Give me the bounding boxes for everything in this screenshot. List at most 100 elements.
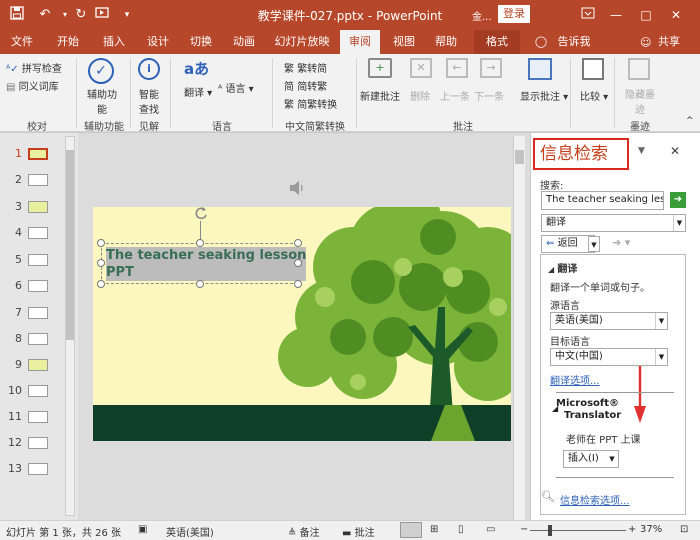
- slide-scroll-thumb[interactable]: [515, 150, 524, 164]
- slide-thumbnail[interactable]: [28, 280, 48, 292]
- show-comments-button[interactable]: 显示批注 ▾: [520, 88, 568, 103]
- tab-review[interactable]: 审阅: [340, 30, 380, 54]
- slide-thumbnail[interactable]: [28, 385, 48, 397]
- research-options-link[interactable]: 信息检索选项...: [560, 492, 630, 507]
- back-button[interactable]: ⇐ 返回: [541, 235, 595, 253]
- ribbon-display-icon[interactable]: [576, 5, 600, 25]
- target-language-select[interactable]: 中文(中国): [550, 348, 668, 366]
- accessibility-button[interactable]: 辅助功能: [84, 86, 120, 116]
- translation-options-link[interactable]: 翻译选项...: [550, 372, 600, 387]
- resize-handle[interactable]: [196, 280, 204, 288]
- tab-animations[interactable]: 动画: [226, 30, 262, 54]
- resize-handle[interactable]: [294, 239, 302, 247]
- share-button[interactable]: 共享: [654, 30, 684, 54]
- tell-me-input[interactable]: 告诉我: [554, 30, 594, 54]
- service-select[interactable]: 翻译: [541, 214, 686, 232]
- traditional-to-simplified-button[interactable]: 繁 繁转简: [284, 60, 327, 75]
- tab-format[interactable]: 格式: [474, 30, 520, 54]
- translation-section-header[interactable]: ◢ 翻译: [548, 260, 577, 275]
- chevron-down-icon[interactable]: ▼: [655, 349, 667, 365]
- collapse-ribbon-icon[interactable]: ^: [686, 116, 694, 126]
- zoom-out-icon[interactable]: −: [520, 524, 528, 535]
- maximize-button[interactable]: □: [634, 5, 658, 25]
- fit-slide-icon[interactable]: ⊡: [680, 524, 688, 535]
- back-dropdown-icon[interactable]: ▼: [588, 236, 600, 252]
- tab-view[interactable]: 视图: [386, 30, 422, 54]
- language-status[interactable]: 英语(美国): [166, 524, 214, 539]
- resize-handle[interactable]: [97, 280, 105, 288]
- slide-sorter-icon[interactable]: ⊞: [430, 524, 438, 535]
- speaker-icon[interactable]: [288, 180, 306, 196]
- resize-handle[interactable]: [97, 259, 105, 267]
- slide-thumbnail[interactable]: [28, 359, 48, 371]
- translate-button[interactable]: 翻译 ▾: [184, 84, 212, 99]
- hide-ink-button[interactable]: 隐藏墨迹: [622, 86, 658, 116]
- new-comment-button[interactable]: 新建批注: [360, 88, 400, 103]
- chevron-down-icon[interactable]: ▼: [673, 215, 685, 231]
- slide-thumbnail[interactable]: [28, 254, 48, 266]
- comments-button[interactable]: ▬ 批注: [342, 524, 375, 539]
- tab-help[interactable]: 帮助: [428, 30, 464, 54]
- search-go-icon[interactable]: ➜: [670, 192, 686, 208]
- zoom-in-icon[interactable]: +: [628, 524, 636, 535]
- resize-handle[interactable]: [196, 239, 204, 247]
- tab-insert[interactable]: 插入: [96, 30, 132, 54]
- spelling-button[interactable]: ᴬ✓ 拼写检查: [6, 60, 62, 75]
- slide-scrollbar[interactable]: [513, 136, 525, 520]
- accessibility-icon[interactable]: ✓: [88, 58, 114, 84]
- smart-lookup-icon[interactable]: i: [138, 58, 160, 80]
- delete-comment-button[interactable]: 删除: [410, 88, 430, 103]
- compare-icon[interactable]: [582, 58, 604, 80]
- tab-slideshow[interactable]: 幻灯片放映: [270, 30, 334, 54]
- rotate-handle-icon[interactable]: [193, 205, 209, 221]
- slide-thumbnail[interactable]: [28, 148, 48, 160]
- chevron-down-icon[interactable]: ▼: [607, 451, 617, 467]
- resize-handle[interactable]: [294, 259, 302, 267]
- chinese-conversion-button[interactable]: 繁 简繁转换: [284, 96, 337, 111]
- spelling-status-icon[interactable]: ▣: [138, 524, 147, 535]
- pane-options-icon[interactable]: ▼: [638, 146, 645, 156]
- slide-thumbnail[interactable]: [28, 411, 48, 423]
- slideshow-view-icon[interactable]: ▭: [486, 524, 495, 535]
- search-input[interactable]: The teacher seaking les: [541, 191, 664, 210]
- share-icon[interactable]: ☺: [640, 36, 651, 49]
- close-pane-icon[interactable]: ✕: [670, 144, 680, 158]
- slide-thumbnail[interactable]: [28, 463, 48, 475]
- slide-title-text[interactable]: The teacher seaking lesson PPT: [106, 247, 307, 281]
- slide-thumbnail[interactable]: [28, 437, 48, 449]
- new-comment-icon[interactable]: +: [368, 58, 392, 78]
- resize-handle[interactable]: [294, 280, 302, 288]
- thesaurus-button[interactable]: ▤ 同义词库: [6, 78, 59, 93]
- language-button[interactable]: ᴬ 语言 ▾: [218, 80, 254, 95]
- compare-button[interactable]: 比较 ▾: [580, 88, 608, 103]
- tab-design[interactable]: 设计: [140, 30, 176, 54]
- tab-transitions[interactable]: 切换: [183, 30, 219, 54]
- reading-view-icon[interactable]: ▯: [458, 524, 464, 535]
- show-comments-icon[interactable]: [528, 58, 552, 80]
- notes-button[interactable]: ≜ 备注: [288, 524, 320, 539]
- login-button[interactable]: 登录: [498, 5, 530, 23]
- slide-thumbnail[interactable]: [28, 227, 48, 239]
- translate-icon[interactable]: aあ: [184, 58, 209, 79]
- collapse-triangle-icon[interactable]: ◢: [552, 404, 558, 413]
- slide-thumbnail[interactable]: [28, 307, 48, 319]
- zoom-slider[interactable]: [530, 530, 626, 531]
- next-comment-button[interactable]: 下一条: [474, 88, 504, 103]
- slide-thumbnail[interactable]: [28, 201, 48, 213]
- chevron-down-icon[interactable]: ▼: [655, 313, 667, 329]
- zoom-slider-thumb[interactable]: [548, 525, 552, 536]
- normal-view-icon[interactable]: [400, 522, 422, 538]
- slide-thumbnail[interactable]: [28, 174, 48, 186]
- slide-thumbnail[interactable]: [28, 333, 48, 345]
- close-window-button[interactable]: ✕: [664, 5, 688, 25]
- resize-handle[interactable]: [97, 239, 105, 247]
- previous-comment-button[interactable]: 上一条: [440, 88, 470, 103]
- source-language-select[interactable]: 英语(美国): [550, 312, 668, 330]
- thumbnail-scroll-thumb[interactable]: [66, 150, 74, 340]
- smart-lookup-button[interactable]: 智能 查找: [134, 86, 164, 116]
- simplified-to-traditional-button[interactable]: 简 简转繁: [284, 78, 327, 93]
- tab-file[interactable]: 文件: [4, 30, 40, 54]
- tab-home[interactable]: 开始: [50, 30, 86, 54]
- zoom-level[interactable]: 37%: [640, 524, 662, 535]
- minimize-button[interactable]: —: [604, 5, 628, 25]
